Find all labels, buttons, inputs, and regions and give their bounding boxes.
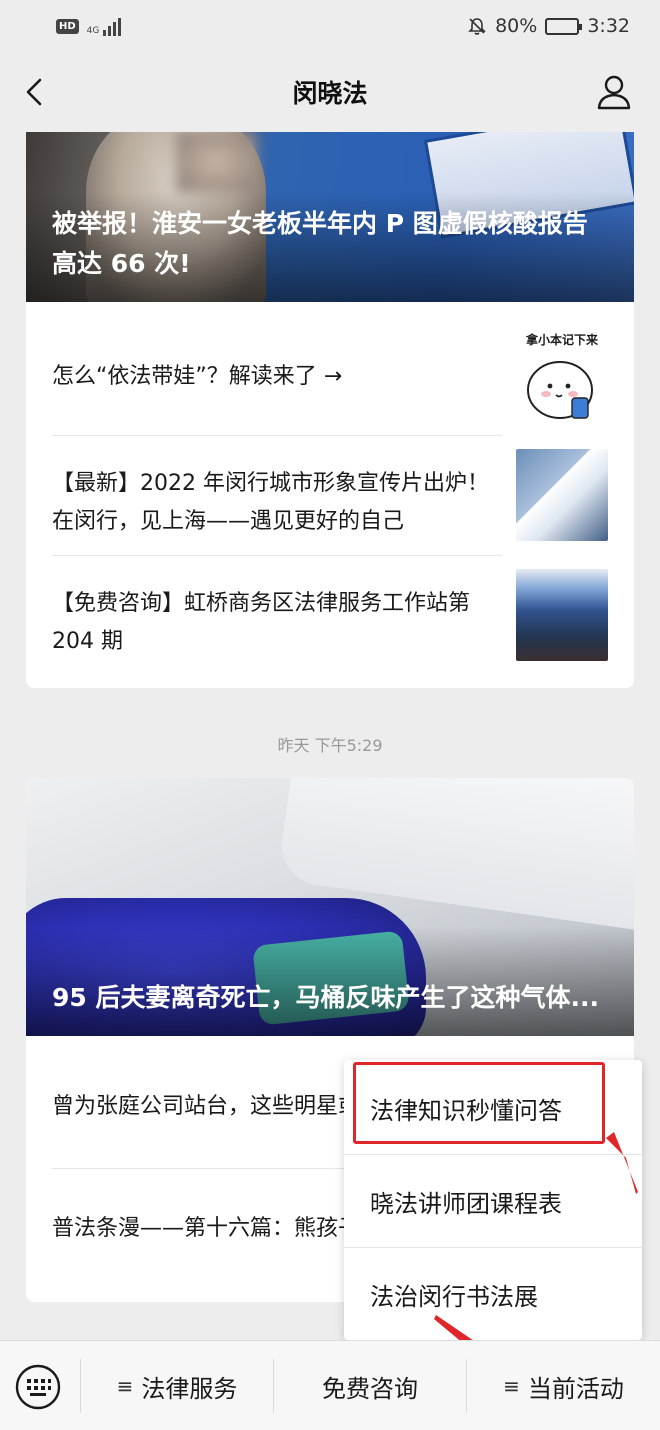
- clock: 3:32: [587, 15, 630, 37]
- menu-legal-services[interactable]: ≡ 法律服务: [81, 1341, 273, 1430]
- list-item[interactable]: 怎么“依法带娃”？解读来了 → 拿小本记下来: [52, 322, 608, 432]
- sticker-icon: [527, 361, 593, 419]
- list-item[interactable]: 【免费咨询】虹桥商务区法律服务工作站第 204 期: [52, 567, 608, 679]
- item-thumbnail: [516, 449, 608, 541]
- menu-list-icon: ≡: [116, 1374, 134, 1398]
- popup-item-calligraphy-exhibition[interactable]: 法治闵行书法展: [344, 1248, 642, 1340]
- message-timestamp: 昨天 下午5:29: [277, 736, 383, 755]
- menu-list-icon: ≡: [503, 1374, 520, 1398]
- list-item[interactable]: 【最新】2022 年闵行城市形象宣传片出炉！在闵行，见上海——遇见更好的自己: [52, 447, 608, 559]
- keyboard-icon[interactable]: [14, 1363, 62, 1411]
- thumbnail-caption: 拿小本记下来: [525, 333, 598, 347]
- item-title: 【免费咨询】虹桥商务区法律服务工作站第 204 期: [52, 591, 471, 654]
- status-bar: HD 4G 80% 3:32: [0, 0, 660, 52]
- mute-bell-icon: [468, 18, 487, 35]
- popup-item-lecture-schedule[interactable]: 晓法讲师团课程表: [344, 1155, 642, 1247]
- bottom-menu-bar: ≡ 法律服务 免费咨询 ≡ 当前活动: [0, 1340, 660, 1430]
- item-title: 怎么“依法带娃”？解读来了 →: [52, 364, 343, 389]
- menu-label: 当前活动: [527, 1374, 624, 1403]
- article-card-1: 被举报！淮安一女老板半年内 P 图虚假核酸报告高达 66 次! 怎么“依法带娃”…: [26, 132, 634, 688]
- menu-label: 免费咨询: [322, 1374, 418, 1403]
- hero-title: 95 后夫妻离奇死亡，马桶反味产生了这种气体...: [52, 983, 599, 1012]
- battery-percent: 80%: [495, 15, 538, 37]
- hero-article-2[interactable]: 95 后夫妻离奇死亡，马桶反味产生了这种气体...: [26, 778, 634, 1036]
- menu-free-consultation[interactable]: 免费咨询: [274, 1341, 466, 1430]
- hero-title: 被举报！淮安一女老板半年内 P 图虚假核酸报告高达 66 次!: [52, 209, 588, 278]
- item-thumbnail: 拿小本记下来: [516, 331, 608, 423]
- back-chevron-icon[interactable]: [18, 74, 54, 110]
- page-title: 闵晓法: [292, 79, 368, 108]
- signal-icon: 4G: [87, 16, 122, 36]
- status-right: 80% 3:32: [467, 15, 630, 37]
- item-thumbnail: [516, 569, 608, 661]
- hd-badge: HD: [56, 18, 79, 34]
- profile-icon[interactable]: [594, 72, 634, 112]
- battery-icon: [545, 17, 583, 35]
- hero-article-1[interactable]: 被举报！淮安一女老板半年内 P 图虚假核酸报告高达 66 次!: [26, 132, 634, 302]
- hero-image-blur: [176, 132, 256, 192]
- network-type: 4G: [86, 26, 100, 36]
- nav-bar: 闵晓法: [0, 52, 660, 132]
- menu-label: 法律服务: [141, 1374, 238, 1403]
- status-left: HD 4G: [56, 16, 122, 36]
- highlight-box-legal-qa: [353, 1062, 605, 1144]
- menu-current-activity[interactable]: ≡ 当前活动: [467, 1341, 660, 1430]
- item-title: 【最新】2022 年闵行城市形象宣传片出炉！在闵行，见上海——遇见更好的自己: [52, 471, 489, 534]
